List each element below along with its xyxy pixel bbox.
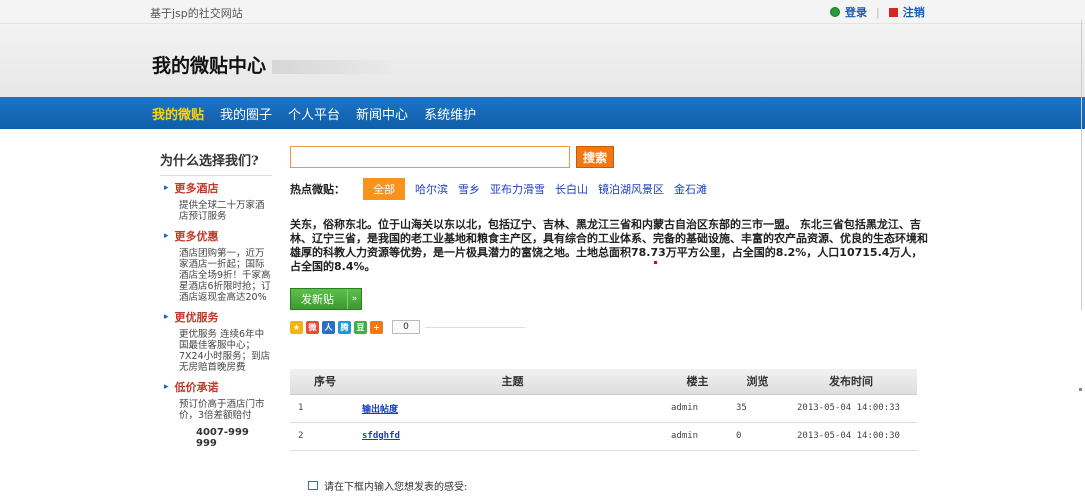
logout-link[interactable]: 注销 [903,4,925,20]
topic-link[interactable]: sfdghfd [362,431,400,441]
sidebar-section-hotels: ▸ 更多酒店 提供全球二十万家酒店预订服务 [164,180,272,222]
section-label: 低价承诺 [174,381,219,394]
hot-tag-all[interactable]: 全部 [363,178,405,200]
weibo-icon[interactable]: 微 [306,320,319,334]
table-row: 2 sfdghfd admin 0 2013-05-04 14:00:30 [290,422,917,451]
account-links: 登录 | 注销 [830,4,925,20]
bullet-icon: ▸ [164,231,169,241]
hot-topics-label: 热点微贴： [290,183,345,196]
scroll-marker [1079,388,1082,391]
main-nav: 我的微贴 我的圈子 个人平台 新闻中心 系统维护 [0,97,1085,129]
bullet-icon: ▸ [164,183,169,193]
cell-time: 2013-05-04 14:00:33 [785,394,917,423]
cell-owner: admin [665,394,730,423]
table-row: 1 输出帖度 admin 35 2013-05-04 14:00:33 [290,394,917,423]
page-title: 我的微贴中心 [152,55,267,77]
header-decoration [272,60,392,74]
cell-time: 2013-05-04 14:00:30 [785,422,917,451]
section-desc: 提供全球二十万家酒店预订服务 [179,200,265,222]
new-post-button[interactable]: 发新贴 » [290,288,362,310]
section-label: 更多酒店 [174,182,219,195]
hot-tag[interactable]: 镜泊湖风景区 [598,181,664,197]
nav-item-news-center[interactable]: 新闻中心 [356,104,408,123]
post-table: 序号 主题 楼主 浏览 发布时间 1 输出帖度 admin 35 2013-05… [290,369,917,451]
hot-tag[interactable]: 哈尔滨 [415,181,448,197]
sidebar: 为什么选择我们? ▸ 更多酒店 提供全球二十万家酒店预订服务 ▸ 更多优惠 酒店团购… [152,150,272,449]
more-share-icon[interactable]: + [370,320,383,334]
scrollbar-edge [1081,20,1085,310]
table-header-row: 序号 主题 楼主 浏览 发布时间 [290,369,917,395]
login-link[interactable]: 登录 [845,4,867,20]
chevron-down-icon[interactable]: » [347,289,361,309]
qzone-icon[interactable]: ★ [290,320,303,334]
share-divider [425,326,525,328]
topic-link[interactable]: 输出帖度 [362,405,398,415]
hotline-phone: 4007-999 999 [196,427,249,449]
hot-tag[interactable]: 长白山 [555,181,588,197]
cell-views: 35 [730,394,785,423]
section-desc: 更优服务 连续6年中国最佳客服中心；7X24小时服务；到店无房赔首晚房费 [179,329,271,373]
cell-owner: admin [665,422,730,451]
sidebar-section-service: ▸ 更优服务 更优服务 连续6年中国最佳客服中心；7X24小时服务；到店无房赔首晚… [164,309,272,373]
col-header-topic: 主题 [360,369,665,395]
cell-no: 1 [290,394,360,423]
search-bar: 搜索 [290,146,920,168]
cell-no: 2 [290,422,360,451]
nav-item-my-posts[interactable]: 我的微贴 [152,104,204,123]
red-mark [654,261,657,264]
nav-item-system-maintenance[interactable]: 系统维护 [424,104,476,123]
bullet-icon: ▸ [164,382,169,392]
search-button[interactable]: 搜索 [576,146,614,168]
section-desc: 酒店团购第一，近万家酒店一折起；国际酒店全场9折！千家高星酒店6折限时抢；订酒店… [179,248,271,303]
cell-views: 0 [730,422,785,451]
edit-icon [308,481,318,490]
hot-tag[interactable]: 金石滩 [674,181,707,197]
hot-tag[interactable]: 亚布力滑雪 [490,181,545,197]
sidebar-heading: 为什么选择我们? [160,150,272,176]
comment-prompt: 请在下框内输入您想发表的感受: [308,478,467,493]
hot-tag[interactable]: 雪乡 [458,181,480,197]
bullet-icon: ▸ [164,312,169,322]
login-icon [830,7,840,17]
section-label: 更优服务 [174,311,219,324]
col-header-owner: 楼主 [665,369,730,395]
col-header-time: 发布时间 [785,369,917,395]
renren-icon[interactable]: 人 [322,320,335,334]
nav-item-personal-platform[interactable]: 个人平台 [288,104,340,123]
logout-icon [888,7,898,17]
site-name: 基于jsp的社交网站 [150,7,243,20]
share-bar: ★ 微 人 腾 豆 + 0 [290,320,920,334]
share-count: 0 [392,320,420,334]
col-header-no: 序号 [290,369,360,395]
comment-prompt-text: 请在下框内输入您想发表的感受: [324,482,468,493]
top-bar: 基于jsp的社交网站 登录 | 注销 [0,0,1085,24]
search-input[interactable] [290,146,570,168]
page-header: 我的微贴中心 [0,24,1085,97]
douban-icon[interactable]: 豆 [354,320,367,334]
new-post-label: 发新贴 [301,293,334,306]
main-content: 搜索 热点微贴： 全部 哈尔滨 雪乡 亚布力滑雪 长白山 镜泊湖风景区 金石滩 … [290,146,928,334]
tencent-icon[interactable]: 腾 [338,320,351,334]
nav-item-my-circles[interactable]: 我的圈子 [220,104,272,123]
section-desc: 预订价高于酒店门市价，3倍差额赔付 [179,399,265,421]
section-label: 更多优惠 [174,230,219,243]
sidebar-section-discounts: ▸ 更多优惠 酒店团购第一，近万家酒店一折起；国际酒店全场9折！千家高星酒店6折限… [164,228,272,303]
intro-text: 关东，俗称东北。位于山海关以东以北，包括辽宁、吉林、黑龙江三省和内蒙古自治区东部… [290,218,928,273]
sidebar-section-price: ▸ 低价承诺 预订价高于酒店门市价，3倍差额赔付 [164,379,272,421]
hot-topics: 热点微贴： 全部 哈尔滨 雪乡 亚布力滑雪 长白山 镜泊湖风景区 金石滩 [290,178,920,200]
link-divider: | [876,5,880,19]
col-header-views: 浏览 [730,369,785,395]
